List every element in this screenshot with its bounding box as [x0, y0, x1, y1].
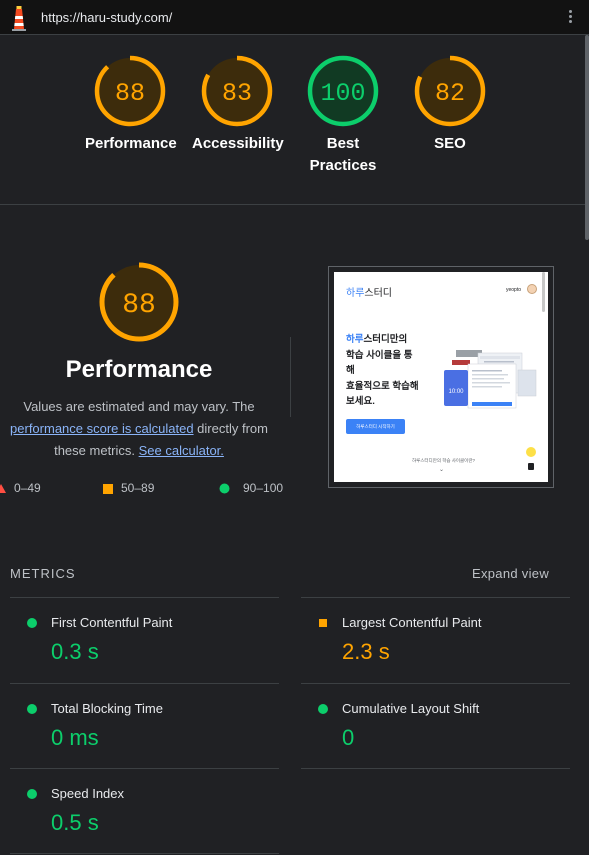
- hero-text: 하루스터디만의 학습 사이클을 통 해 효율적으로 학습해 보세요.: [346, 334, 419, 407]
- metric-label: Cumulative Layout Shift: [342, 701, 480, 716]
- metric-total-blocking-time: Total Blocking Time 0 ms: [10, 683, 279, 769]
- score-value: 100: [320, 79, 365, 108]
- desc-text-1: Values are estimated and may vary. The: [23, 399, 255, 414]
- performance-description: Values are estimated and may vary. The p…: [0, 396, 278, 462]
- site-username: yeopto: [506, 287, 522, 293]
- score-ring: 88: [99, 262, 179, 342]
- gauge-label: Accessibility: [192, 135, 284, 152]
- final-screenshot[interactable]: 하루스터디 yeopto 하루스터디만의 학습 사이클을 통 해 효율적으로 학…: [328, 266, 554, 488]
- score-value: 82: [435, 79, 465, 108]
- gauge-best-practices[interactable]: 100 Best Practices: [298, 55, 388, 177]
- metric-value: 0 ms: [51, 725, 99, 750]
- metric-largest-contentful-paint: Largest Contentful Paint 2.3 s: [301, 597, 570, 683]
- legend-average-range: 50–89: [121, 481, 155, 495]
- mockup-timer: 10:00: [448, 389, 464, 395]
- chevron-down-icon: ⌄: [439, 467, 445, 473]
- circle-icon: [219, 483, 230, 494]
- gauge-seo[interactable]: 82 SEO: [405, 55, 495, 155]
- score-ring: 88: [94, 55, 166, 127]
- desc-text-3: these metrics.: [54, 443, 139, 458]
- circle-icon: [27, 704, 37, 714]
- desc-text-2: directly from: [193, 421, 268, 436]
- metric-label: Largest Contentful Paint: [342, 615, 482, 630]
- performance-gauge: 88: [98, 261, 180, 348]
- top-bar: https://haru-study.com/: [0, 0, 589, 35]
- circle-icon: [27, 618, 37, 628]
- score-ring: 82: [414, 55, 486, 127]
- product-mockup-image: 10:00: [444, 350, 537, 409]
- gauge-accessibility[interactable]: 83 Accessibility: [192, 55, 284, 155]
- metric-cumulative-layout-shift: Cumulative Layout Shift 0: [301, 683, 570, 769]
- metric-label: First Contentful Paint: [51, 615, 173, 630]
- legend-fail: 0–49: [0, 481, 41, 495]
- circle-icon: [318, 704, 328, 714]
- metrics-header: METRICS: [10, 566, 76, 581]
- site-logo: 하루스터디: [346, 288, 393, 299]
- legend-pass: 90–100: [219, 481, 283, 495]
- score-value: 83: [222, 79, 252, 108]
- lighthouse-icon: [12, 6, 26, 31]
- kebab-menu-icon[interactable]: [563, 8, 577, 28]
- performance-score-link[interactable]: performance score is calculated: [10, 421, 194, 436]
- performance-title: Performance: [65, 356, 213, 383]
- score-ring: 100: [307, 55, 379, 127]
- section-divider: [0, 204, 585, 205]
- score-value: 88: [122, 290, 156, 321]
- metric-value: 2.3 s: [342, 639, 390, 664]
- expand-view-button[interactable]: Expand view: [472, 566, 549, 581]
- metric-value: 0: [342, 725, 355, 750]
- question-text: 하루스터디만의 학습 사이클이란?: [412, 458, 475, 463]
- screenshot-scrollbar: [542, 272, 545, 312]
- calculator-link[interactable]: See calculator.: [139, 443, 224, 458]
- page-url: https://haru-study.com/: [41, 10, 173, 25]
- legend-fail-range: 0–49: [14, 481, 41, 495]
- gauge-label: Performance: [85, 135, 177, 152]
- metric-label: Total Blocking Time: [51, 701, 163, 716]
- metrics-divider: [301, 768, 570, 769]
- vertical-divider: [290, 337, 291, 417]
- square-icon: [103, 483, 113, 494]
- scrollbar[interactable]: [585, 35, 589, 855]
- metric-speed-index: Speed Index 0.5 s: [10, 768, 279, 854]
- triangle-icon: [0, 484, 6, 494]
- avatar: [527, 284, 537, 294]
- metric-first-contentful-paint: First Contentful Paint 0.3 s: [10, 597, 279, 683]
- gauge-label: SEO: [434, 135, 466, 152]
- screenshot-content: 하루스터디 yeopto 하루스터디만의 학습 사이클을 통 해 효율적으로 학…: [334, 272, 548, 482]
- metric-value: 0.3 s: [51, 639, 99, 664]
- document-icon: [528, 463, 534, 470]
- gauge-performance[interactable]: 88 Performance: [85, 55, 177, 155]
- score-ring: 83: [201, 55, 273, 127]
- square-icon: [319, 619, 327, 627]
- chat-icon: [526, 447, 536, 457]
- legend-pass-range: 90–100: [243, 481, 284, 495]
- legend-average: 50–89: [103, 481, 154, 495]
- metrics-divider-bottom: [10, 853, 279, 854]
- score-value: 88: [115, 79, 145, 108]
- start-button: 하루스터디 시작하기: [346, 419, 405, 434]
- gauge-label: Best Practices: [309, 135, 377, 174]
- circle-icon: [27, 789, 37, 799]
- metric-label: Speed Index: [51, 786, 125, 801]
- metric-value: 0.5 s: [51, 810, 99, 835]
- scrollbar-thumb[interactable]: [585, 35, 589, 240]
